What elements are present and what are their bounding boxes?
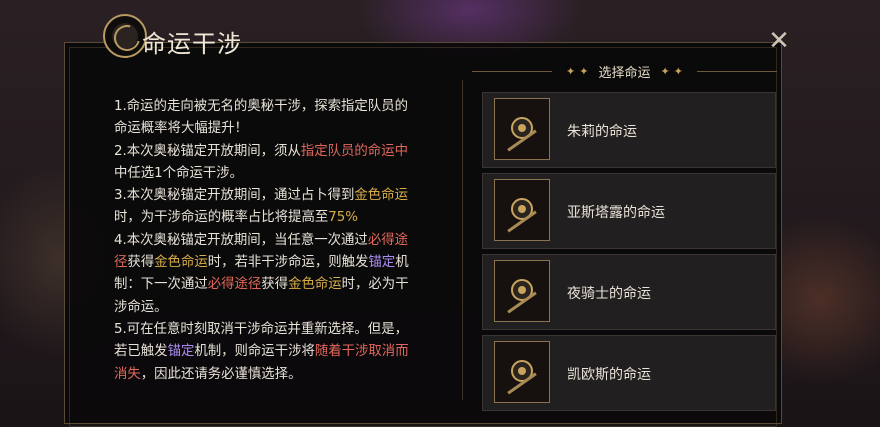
close-icon[interactable]: ✕ xyxy=(766,28,792,54)
fate-card-icon xyxy=(494,98,550,160)
rules-description: 1.命运的走向被无名的奥秘干涉，探索指定队员的命运概率将大幅提升！ 2.本次奥秘锚… xyxy=(114,96,414,386)
rule-text-segment: 3.本次奥秘锚定开放期间，通过占卜得到 xyxy=(114,188,355,204)
fate-card-icon xyxy=(494,260,550,322)
header-line-right xyxy=(697,71,777,72)
rule-text-segment: 2.本次奥秘锚定开放期间，须从 xyxy=(114,143,301,159)
fate-option-label: 亚斯塔露的命运 xyxy=(567,205,665,221)
sparkle-icon: ✦ xyxy=(577,64,591,78)
fate-option-night-knight[interactable]: 夜骑士的命运 xyxy=(482,254,776,330)
fate-option-julie[interactable]: 朱莉的命运 xyxy=(482,92,776,168)
rule-text-segment: 中任选1个命运干涉。 xyxy=(114,165,244,181)
fate-option-astaru[interactable]: 亚斯塔露的命运 xyxy=(482,173,776,249)
rule-paragraph-3: 3.本次奥秘锚定开放期间，通过占卜得到金色命运时，为干涉命运的概率占比将提高至7… xyxy=(114,185,414,230)
choose-fate-title: 选择命运 xyxy=(590,61,659,81)
rule-text-segment: 金色命运 xyxy=(354,188,408,204)
rule-text-segment: 金色命运 xyxy=(154,255,208,271)
rule-text-segment: ，因此还请务必谨慎选择。 xyxy=(140,366,302,382)
fate-card-icon xyxy=(494,179,550,241)
rule-paragraph-4: 4.本次奥秘锚定开放期间，当任意一次通过必得途径获得金色命运时，若非干涉命运，则… xyxy=(114,230,414,319)
fate-option-label: 朱莉的命运 xyxy=(567,124,637,140)
fate-card-icon xyxy=(494,341,550,403)
rule-text-segment: 必得途径 xyxy=(207,277,262,293)
rule-text-segment: 金色命运 xyxy=(288,277,342,293)
choose-fate-header: ✦ ✦ 选择命运 ✦ ✦ xyxy=(472,58,777,84)
sparkle-icon: ✦ xyxy=(564,64,578,78)
rule-text-segment: 获得 xyxy=(261,277,289,293)
rule-text-segment: 锚定 xyxy=(167,344,195,360)
compass-medallion-icon xyxy=(103,14,147,58)
rule-text-segment: 指定队员的命运中 xyxy=(300,143,408,159)
rule-text-segment: 获得 xyxy=(127,255,155,271)
header-line-left xyxy=(472,71,552,72)
rule-text-segment: 机制，则命运干涉将 xyxy=(194,344,315,360)
rule-text-segment: 4.本次奥秘锚定开放期间，当任意一次通过 xyxy=(114,232,368,248)
rule-text-segment: 75% xyxy=(328,210,359,226)
rule-text-segment: 锚定 xyxy=(368,255,396,271)
rule-text-segment: 1.命运的走向被无名的奥秘干涉，探索指定队员的命运概率将大幅提升！ xyxy=(114,99,408,137)
rule-text-segment: 时，为干涉命运的概率占比将提高至 xyxy=(114,210,329,226)
sparkle-icon: ✦ xyxy=(671,64,685,78)
rule-text-segment: 时，若非干涉命运，则触发 xyxy=(207,255,369,271)
fate-option-label: 凯欧斯的命运 xyxy=(567,367,651,383)
sparkle-icon: ✦ xyxy=(658,64,672,78)
column-divider xyxy=(462,80,463,400)
rule-paragraph-2: 2.本次奥秘锚定开放期间，须从指定队员的命运中中任选1个命运干涉。 xyxy=(114,141,414,186)
rule-paragraph-5: 5.可在任意时刻取消干涉命运并重新选择。但是，若已触发锚定机制，则命运干涉将随着… xyxy=(114,319,414,386)
rule-paragraph-1: 1.命运的走向被无名的奥秘干涉，探索指定队员的命运概率将大幅提升！ xyxy=(114,96,414,141)
fate-option-label: 夜骑士的命运 xyxy=(567,286,651,302)
dialog-title: 命运干涉 xyxy=(142,30,242,58)
